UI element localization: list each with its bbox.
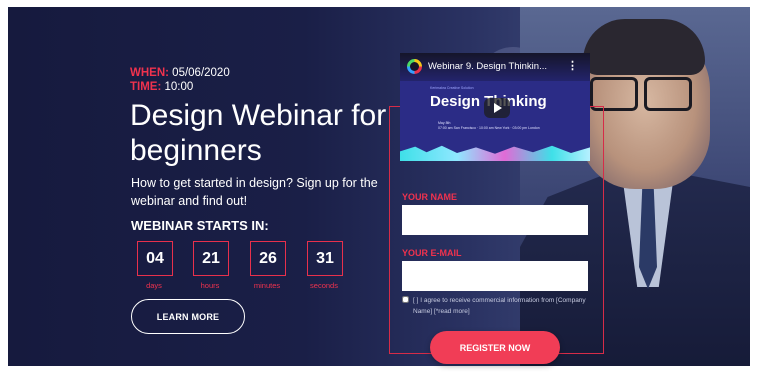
time-value: 10:00 <box>164 81 194 93</box>
background-person-hair <box>583 19 705 75</box>
when-value: 05/06/2020 <box>172 67 230 79</box>
subheading: How to get started in design? Sign up fo… <box>131 176 378 208</box>
more-options-icon[interactable]: ⋮ <box>567 59 578 72</box>
name-input[interactable] <box>402 205 588 235</box>
countdown-hours: 21 <box>193 241 229 276</box>
countdown-minutes: 26 <box>250 241 286 276</box>
countdown-title: WEBINAR STARTS IN: <box>131 218 269 233</box>
countdown-seconds-label: seconds <box>310 281 338 290</box>
when-label: WHEN: <box>130 67 169 79</box>
countdown-hours-label: hours <box>200 281 220 290</box>
email-label: YOUR E-MAIL <box>402 248 462 258</box>
page-title: Design Webinar for beginners <box>130 99 387 167</box>
event-date: WHEN: 05/06/2020 <box>130 67 230 79</box>
learn-more-button[interactable]: LEARN MORE <box>131 299 245 334</box>
register-now-button[interactable]: REGISTER NOW <box>430 331 560 364</box>
event-time: TIME: 10:00 <box>130 81 193 93</box>
consent-text: [ ] I agree to receive commercial inform… <box>413 297 586 315</box>
video-thumb-date: May 8th 07:00 am San Francisco · 10:00 a… <box>438 121 540 131</box>
play-icon[interactable] <box>484 98 510 118</box>
countdown-minutes-label: minutes <box>253 281 281 290</box>
video-thumb-caption: Kerimakra Creative Solution <box>430 86 474 90</box>
background-person-glasses <box>644 77 692 111</box>
video-title[interactable]: Webinar 9. Design Thinkin... <box>428 61 547 72</box>
video-embed[interactable]: Webinar 9. Design Thinkin... ⋮ Kerimakra… <box>400 53 590 161</box>
consent-checkbox[interactable] <box>402 296 409 303</box>
video-thumb-date-times: 07:00 am San Francisco · 10:00 am New Yo… <box>438 126 540 130</box>
countdown-seconds: 31 <box>307 241 343 276</box>
email-input[interactable] <box>402 261 588 291</box>
name-label: YOUR NAME <box>402 192 458 202</box>
countdown-days-label: days <box>146 281 162 290</box>
video-channel-logo-icon[interactable] <box>407 59 422 74</box>
video-thumb-decoration <box>400 145 590 161</box>
time-label: TIME: <box>130 81 162 93</box>
video-thumb-date-day: May 8th <box>438 121 451 125</box>
countdown-days: 04 <box>137 241 173 276</box>
